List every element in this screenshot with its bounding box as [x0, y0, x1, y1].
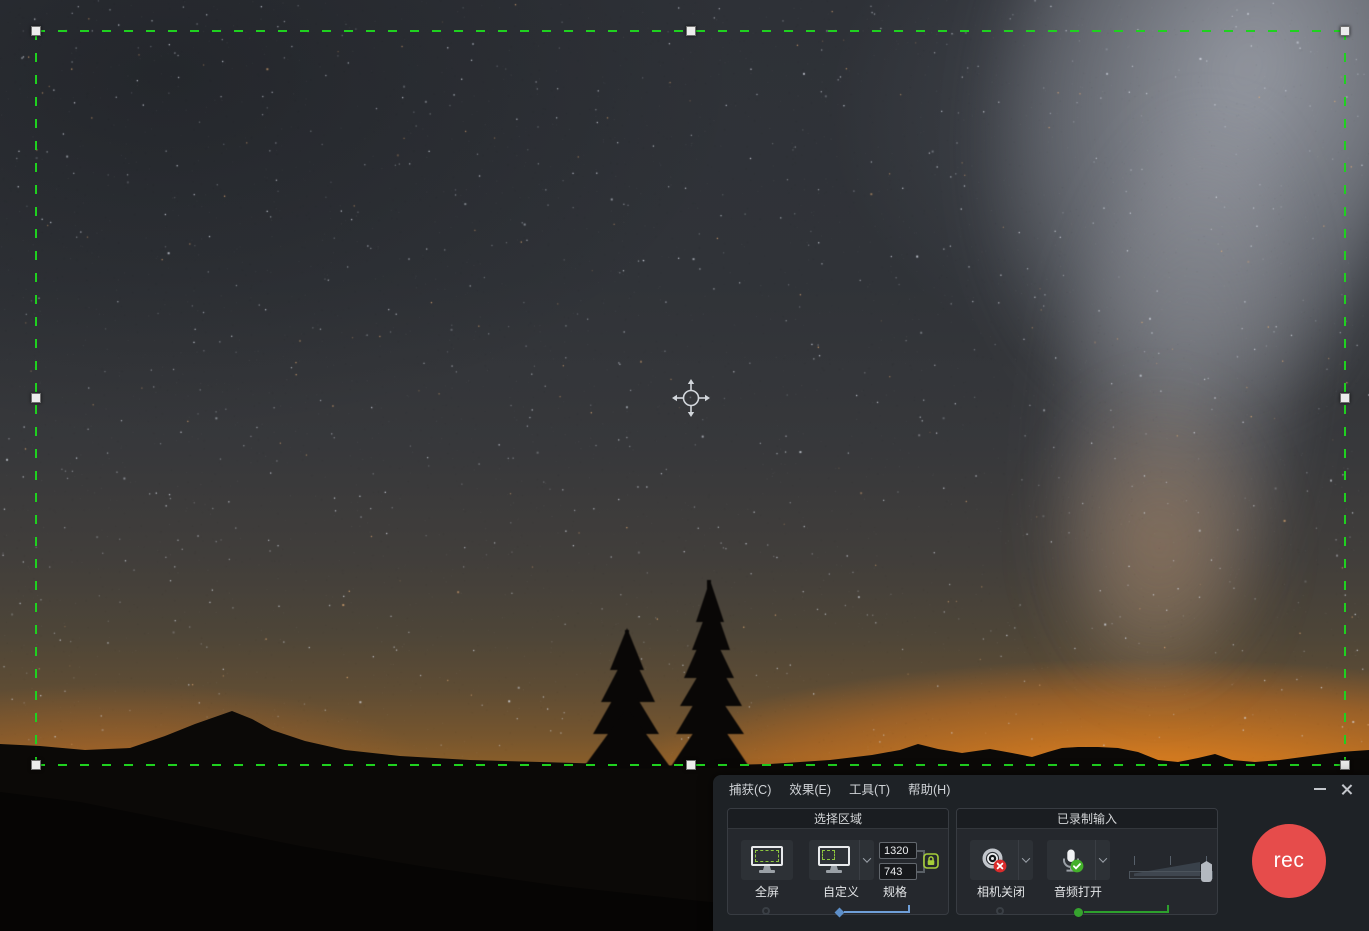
move-crosshair-icon[interactable] — [671, 378, 711, 418]
custom-selected-indicator — [835, 908, 845, 918]
record-button[interactable]: rec — [1252, 824, 1326, 898]
selection-handle-bottom-left[interactable] — [31, 760, 41, 770]
camera-indicator — [996, 907, 1004, 915]
chevron-down-icon — [1099, 854, 1107, 862]
audio-status-label: 音频打开 — [1054, 883, 1102, 900]
select-area-title: 选择区域 — [728, 809, 948, 829]
minimize-button[interactable] — [1309, 780, 1331, 798]
camera-button[interactable] — [970, 840, 1033, 880]
slider-tick — [1134, 856, 1135, 865]
selection-handle-top-right[interactable] — [1340, 26, 1350, 36]
indicator-line-blue — [844, 911, 910, 913]
recorded-inputs-group: 已录制输入 — [956, 808, 1218, 915]
microphone-icon — [1058, 847, 1084, 873]
indicator-tick-blue — [908, 905, 910, 912]
size-label: 规格 — [883, 883, 907, 900]
menu-capture[interactable]: 捕获(C) — [722, 776, 778, 801]
selection-handle-middle-left[interactable] — [31, 393, 41, 403]
minimize-icon — [1314, 788, 1326, 790]
recorded-inputs-title: 已录制输入 — [957, 809, 1217, 829]
custom-region-dropdown[interactable] — [859, 840, 874, 880]
audio-selected-indicator — [1074, 908, 1083, 917]
slider-handle[interactable] — [1201, 861, 1212, 882]
lock-aspect-button[interactable] — [923, 853, 939, 869]
custom-monitor-icon — [817, 846, 851, 874]
camera-icon — [981, 847, 1007, 873]
audio-button[interactable] — [1047, 840, 1110, 880]
selection-handle-middle-right[interactable] — [1340, 393, 1350, 403]
menu-bar: 捕获(C) 效果(E) 工具(T) 帮助(H) — [713, 775, 1369, 801]
audio-level-slider[interactable] — [1129, 854, 1217, 884]
selection-handle-top-left[interactable] — [31, 26, 41, 36]
custom-region-button[interactable] — [809, 840, 874, 880]
height-input[interactable] — [879, 863, 917, 880]
width-input[interactable] — [879, 842, 917, 859]
chevron-down-icon — [863, 854, 871, 862]
menu-help[interactable]: 帮助(H) — [901, 776, 957, 801]
selection-handle-top-middle[interactable] — [686, 26, 696, 36]
menu-tools[interactable]: 工具(T) — [842, 776, 897, 801]
camera-status-label: 相机关闭 — [977, 883, 1025, 900]
audio-dropdown[interactable] — [1095, 840, 1110, 880]
indicator-tick-green — [1167, 905, 1169, 912]
close-button[interactable] — [1335, 780, 1357, 798]
custom-label: 自定义 — [823, 883, 859, 900]
fullscreen-button[interactable] — [741, 840, 793, 880]
slider-tick — [1170, 856, 1171, 865]
recorder-panel: 捕获(C) 效果(E) 工具(T) 帮助(H) 选择区域 — [713, 775, 1369, 931]
menu-effects[interactable]: 效果(E) — [782, 776, 838, 801]
select-area-group: 选择区域 — [727, 808, 949, 915]
chevron-down-icon — [1022, 854, 1030, 862]
indicator-line-green — [1084, 911, 1169, 913]
selection-handle-bottom-middle[interactable] — [686, 760, 696, 770]
fullscreen-indicator — [762, 907, 770, 915]
fullscreen-monitor-icon — [750, 846, 784, 874]
close-icon — [1340, 783, 1353, 796]
camera-dropdown[interactable] — [1018, 840, 1033, 880]
slider-track — [1129, 871, 1213, 879]
fullscreen-label: 全屏 — [755, 883, 779, 900]
selection-handle-bottom-right[interactable] — [1340, 760, 1350, 770]
screen: 捕获(C) 效果(E) 工具(T) 帮助(H) 选择区域 — [0, 0, 1369, 931]
